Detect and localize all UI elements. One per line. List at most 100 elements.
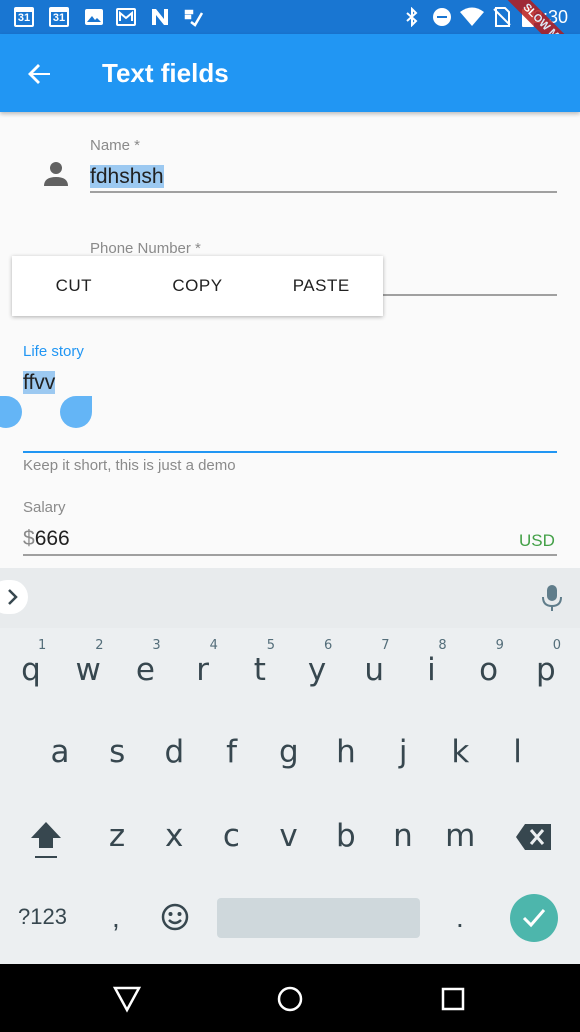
check-icon: [522, 909, 546, 928]
home-circle-icon[interactable]: [275, 984, 305, 1014]
emoji-icon[interactable]: [160, 902, 190, 932]
mic-icon[interactable]: [540, 584, 564, 612]
key-2[interactable]: c: [208, 806, 254, 866]
salary-suffix: USD: [519, 531, 555, 550]
key-label: b: [335, 818, 356, 854]
key-label: n: [393, 818, 413, 854]
key-5[interactable]: y6: [294, 638, 340, 700]
phone-label: Phone Number *: [90, 240, 201, 257]
key-1[interactable]: x: [151, 806, 197, 866]
key-label: i: [427, 652, 436, 688]
status-bar: 31 31 12:30: [0, 0, 580, 34]
copy-button[interactable]: COPY: [136, 276, 260, 296]
key-label: s: [109, 734, 126, 770]
key-label: j: [398, 734, 408, 770]
person-icon: [44, 162, 68, 186]
app-bar: Text fields: [0, 34, 580, 112]
key-7[interactable]: i8: [408, 638, 454, 700]
key-0[interactable]: z: [94, 806, 140, 866]
space-key[interactable]: [217, 898, 420, 938]
gallery-icon: [116, 8, 136, 26]
key-6[interactable]: m: [437, 806, 483, 866]
life-story-label: Life story: [23, 343, 84, 360]
key-label: u: [364, 652, 385, 688]
key-hint: 6: [324, 638, 333, 653]
key-hint: 8: [438, 638, 447, 653]
minus-circle-icon: [433, 8, 451, 26]
backspace-icon[interactable]: [515, 822, 553, 852]
tasks-icon: [184, 9, 204, 27]
symbols-key[interactable]: ?123: [18, 904, 67, 930]
key-0[interactable]: q1: [8, 638, 54, 700]
key-label: v: [279, 818, 298, 854]
key-4[interactable]: b: [323, 806, 369, 866]
key-4[interactable]: t5: [237, 638, 283, 700]
life-story-underline: [23, 451, 557, 453]
selection-handle-left[interactable]: [0, 396, 22, 428]
salary-input[interactable]: $666: [23, 527, 70, 551]
key-1[interactable]: s: [94, 722, 140, 782]
no-sim-icon: [493, 7, 511, 27]
key-label: r: [196, 652, 209, 688]
selection-handle-right[interactable]: [60, 396, 92, 428]
key-label: o: [479, 652, 499, 688]
key-4[interactable]: g: [266, 722, 312, 782]
salary-prefix: $: [23, 527, 35, 550]
key-3[interactable]: f: [209, 722, 255, 782]
image-icon: [85, 9, 103, 25]
soft-keyboard: q1w2e3r4t5y6u7i8o9p0 asdfghjkl zxcvbnm ?…: [0, 568, 580, 964]
navigation-bar: [0, 964, 580, 1032]
key-5[interactable]: h: [323, 722, 369, 782]
arrow-back-icon[interactable]: [20, 54, 60, 94]
chevron-right-icon: [8, 589, 18, 605]
key-label: w: [75, 652, 101, 688]
key-label: p: [535, 652, 556, 688]
key-8[interactable]: l: [495, 722, 541, 782]
key-6[interactable]: j: [380, 722, 426, 782]
key-3[interactable]: v: [266, 806, 312, 866]
recents-square-icon[interactable]: [438, 984, 468, 1014]
calendar-icon: 31: [14, 7, 34, 27]
key-hint: 2: [95, 638, 104, 653]
text-selection-toolbar: CUT COPY PASTE: [12, 256, 383, 316]
key-label: y: [307, 652, 327, 688]
comma-key[interactable]: ,: [112, 902, 120, 934]
key-5[interactable]: n: [380, 806, 426, 866]
key-label: l: [513, 734, 522, 770]
salary-label: Salary: [23, 499, 66, 516]
key-label: t: [253, 652, 266, 688]
done-key[interactable]: [510, 894, 558, 942]
expand-button[interactable]: [0, 580, 28, 614]
key-label: a: [50, 734, 70, 770]
name-value: fdhshsh: [90, 165, 164, 188]
life-story-input[interactable]: ffvv: [23, 371, 56, 395]
key-hint: 7: [381, 638, 390, 653]
shift-icon[interactable]: [27, 818, 65, 862]
life-story-helper: Keep it short, this is just a demo: [23, 457, 236, 474]
key-2[interactable]: d: [151, 722, 197, 782]
key-1[interactable]: w2: [65, 638, 111, 700]
n-icon: [152, 9, 168, 25]
key-9[interactable]: p0: [523, 638, 569, 700]
key-2[interactable]: e3: [122, 638, 168, 700]
name-input[interactable]: fdhshsh: [90, 165, 164, 189]
key-8[interactable]: o9: [466, 638, 512, 700]
suggestion-bar: [0, 568, 580, 628]
key-3[interactable]: r4: [180, 638, 226, 700]
key-7[interactable]: k: [437, 722, 483, 782]
calendar-icon: 31: [49, 7, 69, 27]
key-label: c: [222, 818, 240, 854]
period-key[interactable]: .: [456, 902, 464, 934]
key-6[interactable]: u7: [351, 638, 397, 700]
salary-value: 666: [34, 527, 70, 550]
back-triangle-icon[interactable]: [112, 984, 142, 1014]
key-hint: 0: [552, 638, 562, 653]
key-label: q: [21, 652, 41, 688]
key-label: g: [278, 734, 299, 770]
key-label: e: [135, 652, 155, 688]
salary-underline: [23, 554, 557, 556]
key-0[interactable]: a: [37, 722, 83, 782]
paste-button[interactable]: PASTE: [259, 276, 383, 296]
name-label: Name *: [90, 137, 141, 154]
cut-button[interactable]: CUT: [12, 276, 136, 296]
